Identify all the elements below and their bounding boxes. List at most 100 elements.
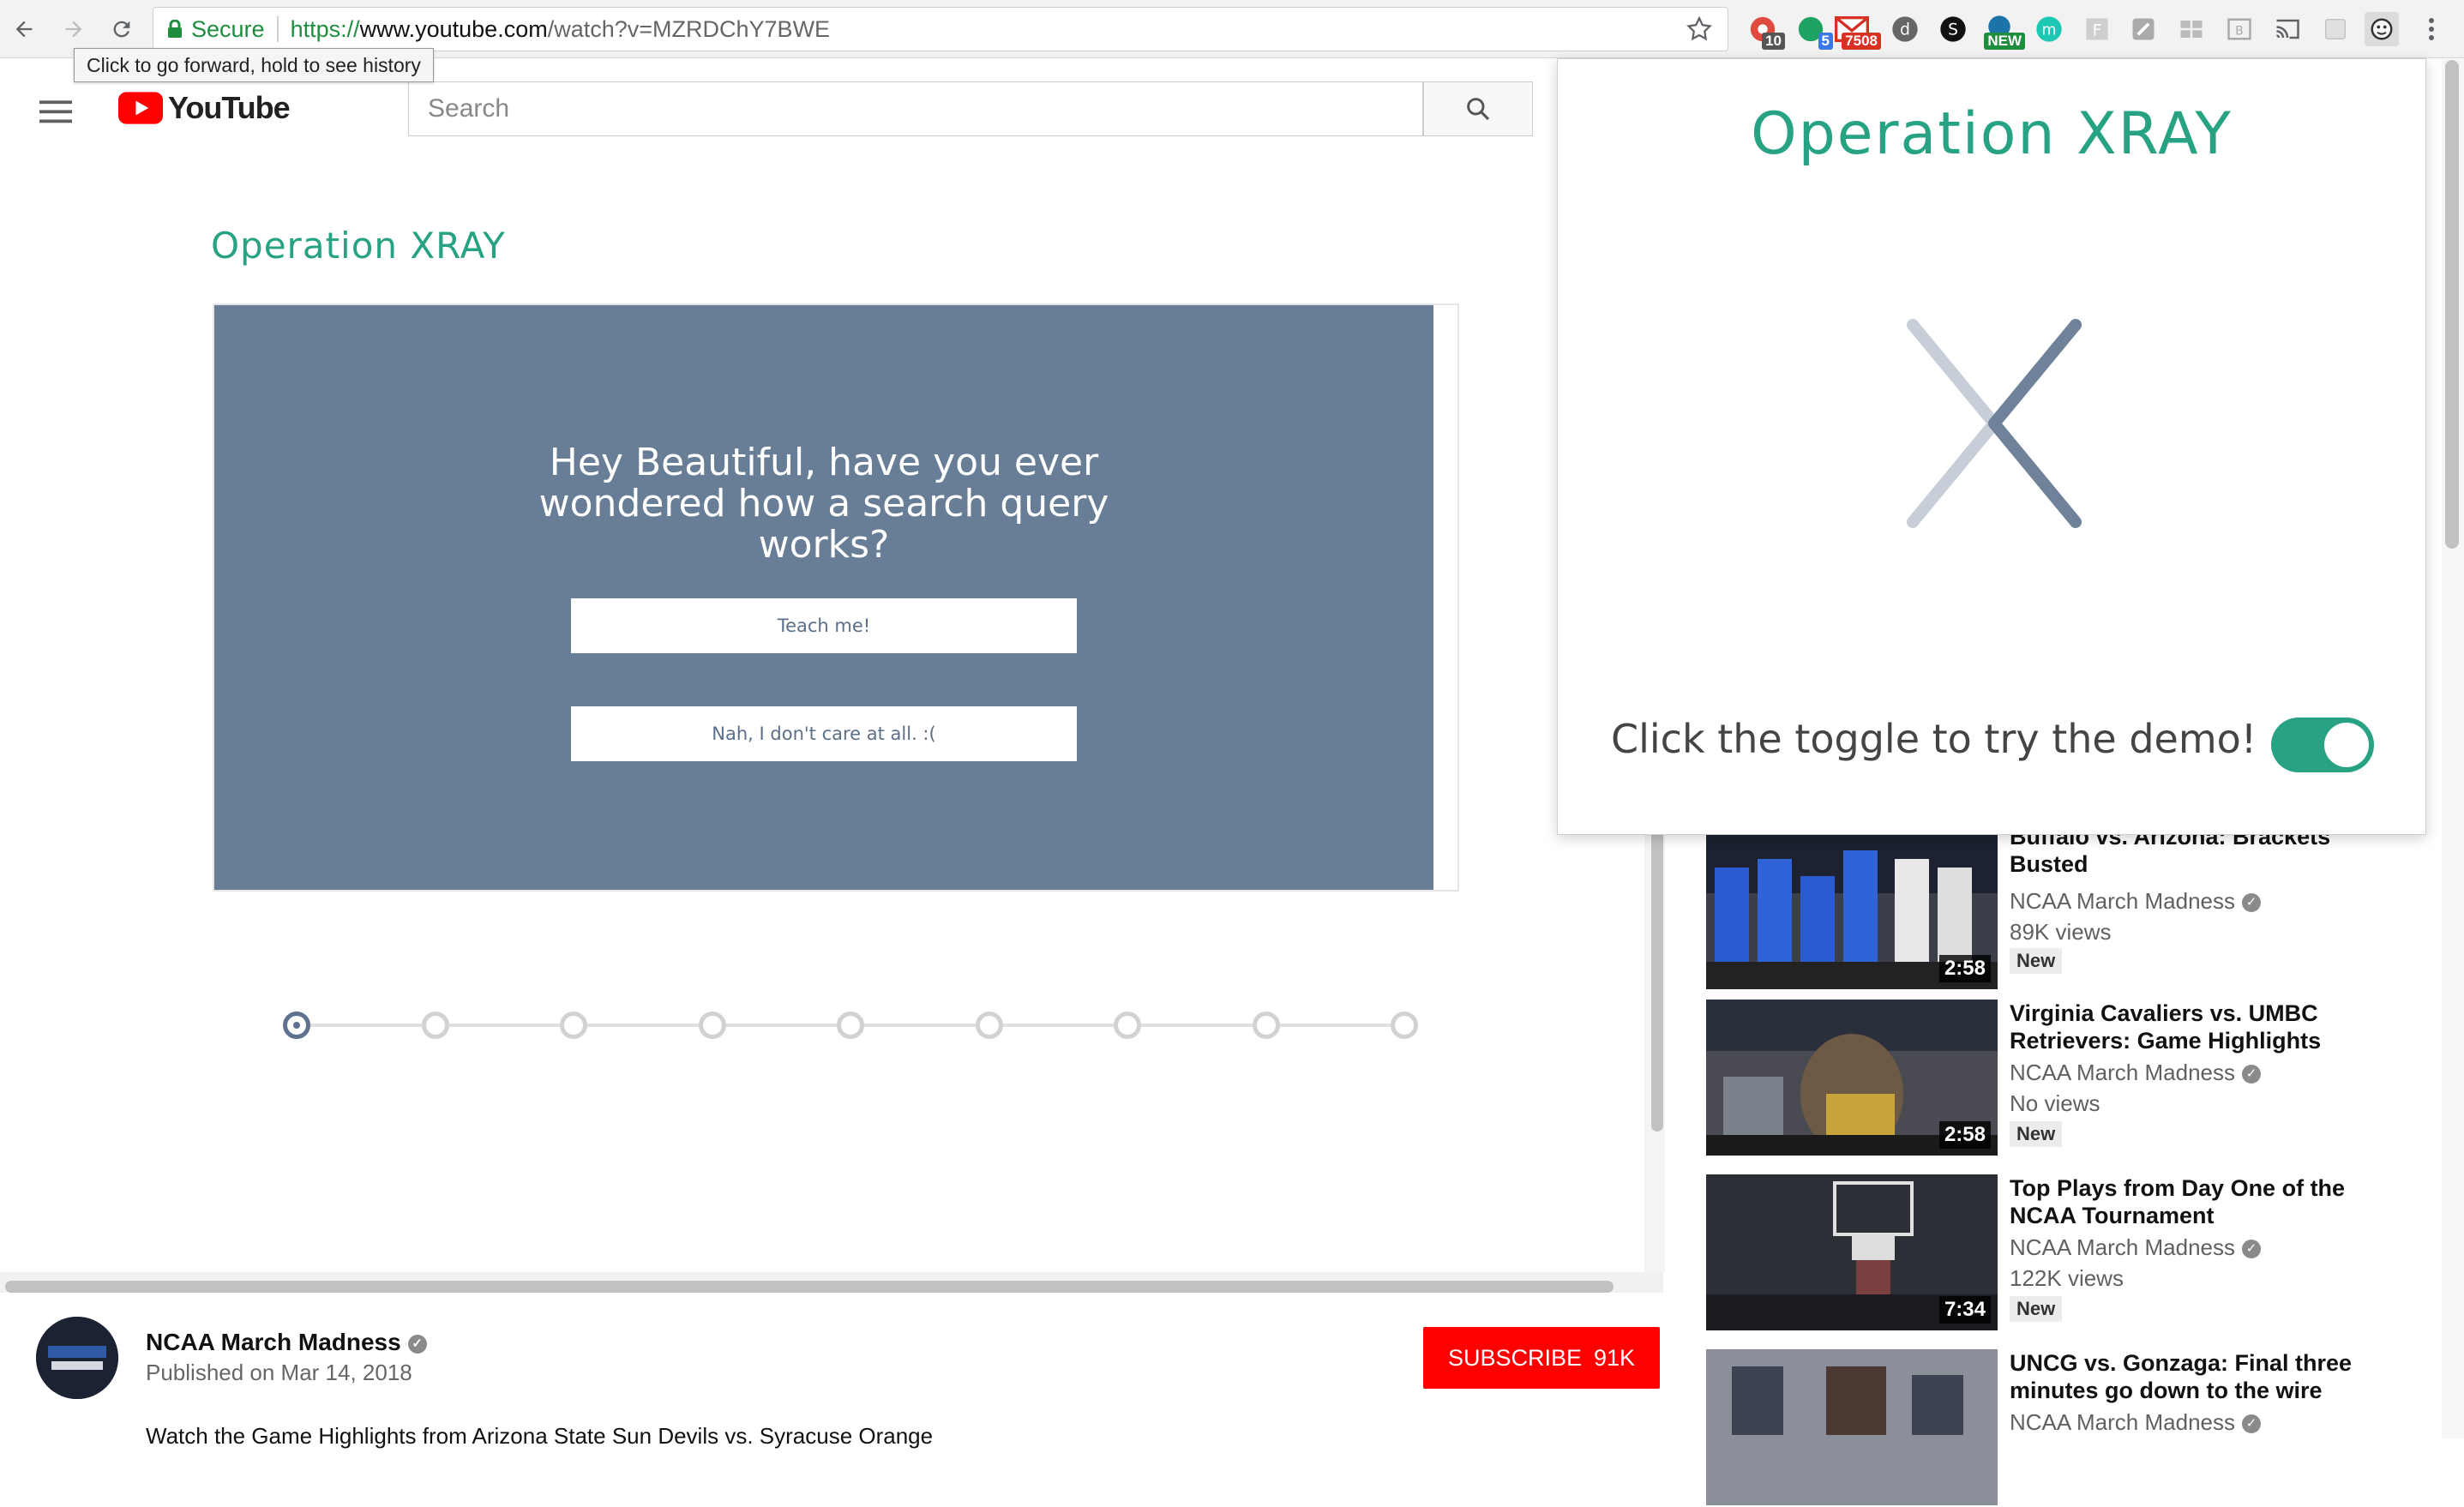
verified-check-icon: ✓: [2241, 893, 2261, 913]
related-video-views: 122K views: [2010, 1265, 2124, 1291]
teach-me-button[interactable]: Teach me!: [571, 598, 1077, 653]
progress-connector: [1141, 1024, 1253, 1027]
verified-check-icon: ✓: [2241, 1240, 2261, 1259]
reload-button[interactable]: [105, 12, 139, 46]
progress-step-dot[interactable]: [560, 1012, 587, 1039]
progress-step-dot[interactable]: [1252, 1012, 1280, 1039]
progress-connector: [864, 1024, 976, 1027]
browser-menu-button[interactable]: [2414, 12, 2449, 46]
related-video-title[interactable]: UNCG vs. Gonzaga: Final three minutes go…: [2010, 1349, 2404, 1404]
extension-icon-grid[interactable]: [2174, 12, 2209, 46]
back-arrow-icon: [15, 21, 33, 38]
url-path: /watch?v=MZRDChY7BWE: [547, 15, 831, 42]
verified-check-icon: ✓: [2241, 1414, 2261, 1434]
progress-connector: [310, 1024, 422, 1027]
new-badge: New: [2010, 1121, 2063, 1147]
xray-logo-icon: [1907, 319, 2082, 528]
progress-step-dot[interactable]: [975, 1012, 1003, 1039]
gmail-icon[interactable]: 7508: [1835, 12, 1881, 50]
demo-toggle[interactable]: [2271, 717, 2374, 772]
related-video-channel: NCAA March Madness ✓: [2010, 1409, 2261, 1436]
horizontal-scrollbar-thumb[interactable]: [5, 1281, 1614, 1293]
secure-label: Secure: [191, 15, 265, 42]
popup-prompt: Click the toggle to try the demo!: [1611, 716, 2257, 762]
progress-connector: [1002, 1024, 1114, 1027]
related-channel-text: NCAA March Madness: [2010, 1409, 2235, 1435]
extension-badge-2: 5: [1818, 33, 1833, 50]
intro-question: Hey Beautiful, have you ever wondered ho…: [538, 441, 1109, 567]
progress-steps: [283, 1005, 1418, 1046]
url-separator: [276, 16, 279, 42]
search-icon: [1467, 98, 1490, 121]
related-video-channel: NCAA March Madness ✓: [2010, 1060, 2261, 1086]
channel-name-text: NCAA March Madness: [146, 1329, 401, 1355]
subscribe-button[interactable]: SUBSCRIBE 91K: [1423, 1327, 1660, 1389]
related-video-item[interactable]: 2:58 Virginia Cavaliers vs. UMBC Retriev…: [1706, 1000, 2409, 1157]
subscriber-count: 91K: [1594, 1344, 1636, 1371]
search-button[interactable]: [1423, 81, 1533, 136]
related-channel-text: NCAA March Madness: [2010, 1060, 2235, 1085]
progress-step-dot[interactable]: [1114, 1012, 1141, 1039]
progress-step-dot[interactable]: [837, 1012, 864, 1039]
progress-step-dot[interactable]: [698, 1012, 726, 1039]
extension-icon-gray[interactable]: [2318, 12, 2353, 46]
progress-step-dot[interactable]: [283, 1012, 310, 1039]
progress-connector: [448, 1024, 560, 1027]
xray-title: Operation XRAY: [211, 225, 506, 267]
verified-check-icon: ✓: [407, 1334, 427, 1354]
youtube-logo[interactable]: YouTube: [118, 90, 291, 126]
progress-connector: [1279, 1024, 1391, 1027]
related-video-title[interactable]: Top Plays from Day One of the NCAA Tourn…: [2010, 1174, 2404, 1229]
extension-icon-s[interactable]: S: [1936, 12, 1970, 46]
bookmark-star-icon[interactable]: [1685, 15, 1714, 50]
video-duration: 2:58: [1938, 955, 1991, 982]
video-thumbnail[interactable]: 7:34: [1706, 1174, 1998, 1330]
new-badge: New: [2010, 948, 2063, 974]
related-video-channel: NCAA March Madness ✓: [2010, 1234, 2261, 1261]
extension-icon-2[interactable]: 5: [1794, 12, 1833, 50]
extension-icon-new[interactable]: NEW: [1982, 12, 2025, 50]
address-bar[interactable]: Secure https://www.youtube.com/watch?v=M…: [153, 7, 1728, 51]
operation-xray-extension-icon[interactable]: [2365, 12, 2399, 46]
hamburger-menu-icon[interactable]: [39, 99, 72, 129]
related-video-item[interactable]: UNCG vs. Gonzaga: Final three minutes go…: [1706, 1349, 2409, 1507]
new-badge: New: [2010, 1296, 2063, 1322]
cast-icon[interactable]: [2270, 12, 2305, 46]
youtube-play-icon: [118, 92, 163, 124]
forward-button[interactable]: [57, 12, 91, 46]
progress-step-dot[interactable]: [1391, 1012, 1418, 1039]
related-channel-text: NCAA March Madness: [2010, 888, 2235, 914]
video-thumbnail[interactable]: [1706, 1349, 1998, 1505]
extension-icon-note[interactable]: [2126, 12, 2161, 46]
lock-icon: [168, 20, 182, 38]
progress-step-dot[interactable]: [421, 1012, 449, 1039]
related-video-title[interactable]: Virginia Cavaliers vs. UMBC Retrievers: …: [2010, 1000, 2404, 1054]
video-thumbnail[interactable]: 2:58: [1706, 1000, 1998, 1156]
progress-connector: [725, 1024, 837, 1027]
extension-icon-b[interactable]: B: [2222, 12, 2257, 46]
extension-icon-1[interactable]: 10: [1746, 12, 1785, 50]
svg-text:S: S: [1948, 21, 1958, 39]
publish-date: Published on Mar 14, 2018: [146, 1360, 412, 1385]
channel-avatar[interactable]: [36, 1317, 118, 1399]
back-button[interactable]: [7, 12, 41, 46]
extension-icon-d[interactable]: d: [1888, 12, 1922, 46]
dismiss-button[interactable]: Nah, I don't care at all. :(: [571, 706, 1077, 761]
related-video-views: 89K views: [2010, 919, 2112, 945]
page-vertical-scrollbar-thumb[interactable]: [2445, 60, 2459, 549]
svg-text:m: m: [2042, 22, 2057, 39]
related-channel-text: NCAA March Madness: [2010, 1234, 2235, 1260]
related-video-item[interactable]: 7:34 Top Plays from Day One of the NCAA …: [1706, 1174, 2409, 1332]
search-input[interactable]: Search: [408, 81, 1423, 136]
video-thumbnail[interactable]: 2:58: [1706, 833, 1998, 989]
extension-icon-f[interactable]: F: [2080, 12, 2114, 46]
popup-title: Operation XRAY: [1751, 100, 2233, 168]
channel-name[interactable]: NCAA March Madness ✓: [146, 1329, 427, 1356]
reload-icon: [113, 21, 130, 38]
extension-icon-m[interactable]: m: [2032, 12, 2066, 46]
related-video-item[interactable]: 2:58 Buffalo vs. Arizona: Brackets Buste…: [1706, 824, 2409, 991]
url-host: www.youtube.com: [359, 15, 548, 42]
video-duration: 2:58: [1938, 1121, 1991, 1149]
progress-connector: [587, 1024, 699, 1027]
video-duration: 7:34: [1938, 1296, 1991, 1324]
